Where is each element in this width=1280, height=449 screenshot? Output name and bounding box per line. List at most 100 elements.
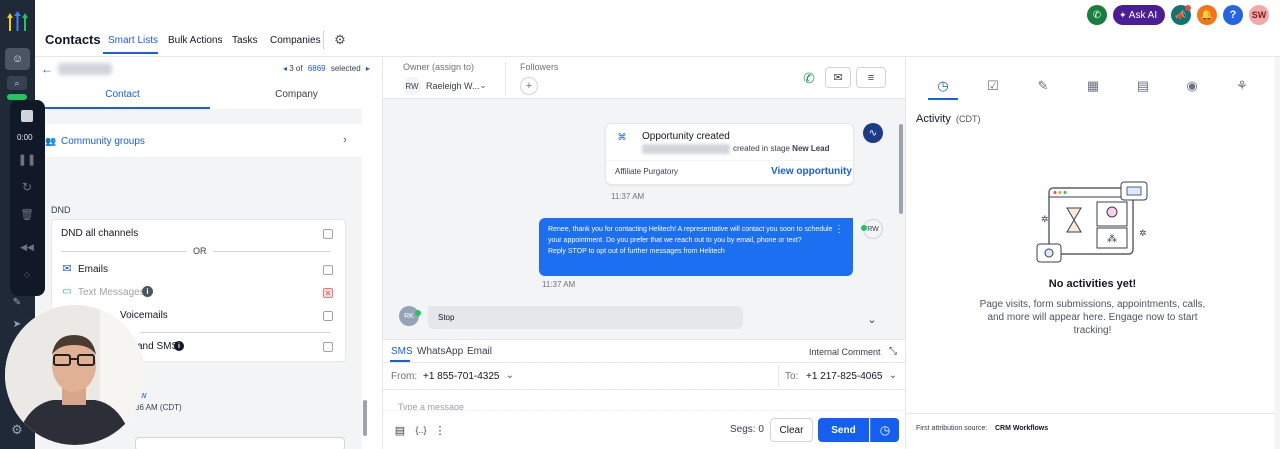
- to-number[interactable]: +1 217-825-4065: [806, 371, 882, 382]
- sparkle-icon: ✦: [1119, 10, 1127, 20]
- record-position: 3 of: [289, 64, 303, 73]
- gear-icon[interactable]: ⚙: [333, 32, 347, 47]
- view-opportunity-link[interactable]: View opportunity: [771, 166, 852, 177]
- chevron-right-icon[interactable]: ›: [340, 134, 350, 146]
- filter-icon[interactable]: ≡: [856, 67, 886, 88]
- activity-tab-underline: [928, 98, 958, 100]
- schedule-send-icon[interactable]: ◷: [870, 418, 899, 442]
- to-chevron-down-icon[interactable]: ⌄: [888, 369, 898, 381]
- email-action-icon[interactable]: ✉: [825, 67, 851, 88]
- wrench-nav-icon[interactable]: ✎: [9, 296, 25, 308]
- tab-company[interactable]: Company: [210, 89, 383, 100]
- owner-name[interactable]: Raeleigh W...: [426, 81, 480, 91]
- left-footer-button[interactable]: [135, 437, 345, 449]
- webcam-overlay: [5, 305, 145, 445]
- activity-clock-icon[interactable]: ◷: [936, 79, 950, 93]
- pause-icon[interactable]: ❚❚: [18, 152, 36, 166]
- tab-tasks[interactable]: Tasks: [232, 35, 258, 46]
- payments-icon[interactable]: ◉: [1185, 79, 1199, 93]
- community-groups-label: Community groups: [61, 136, 145, 147]
- to-label: To:: [785, 371, 799, 382]
- phone-icon[interactable]: ✆: [1087, 5, 1107, 25]
- tab-smart-lists[interactable]: Smart Lists: [108, 35, 158, 46]
- users-icon: 👥: [45, 135, 57, 146]
- search-nav-icon[interactable]: ⌕: [7, 76, 27, 90]
- send-button[interactable]: Send: [818, 418, 869, 442]
- ask-ai-label: Ask AI: [1128, 10, 1158, 21]
- owner-label: Owner (assign to): [403, 62, 475, 72]
- conversation-scrollbar[interactable]: [899, 124, 903, 214]
- next-record-icon[interactable]: ▸: [366, 64, 370, 73]
- opportunity-card-divider: [606, 160, 853, 161]
- from-number[interactable]: +1 855-701-4325: [423, 371, 499, 382]
- bell-icon[interactable]: 🔔: [1197, 5, 1217, 25]
- pipeline-name: Affiliate Purgatory: [615, 167, 678, 176]
- workflow-icon[interactable]: ⚘: [1235, 79, 1249, 93]
- add-follower-button[interactable]: +: [520, 77, 538, 95]
- recorder-stop-button[interactable]: [21, 110, 33, 122]
- dnd-all-checkbox[interactable]: [323, 229, 333, 239]
- drag-handle-icon[interactable]: ⁘: [20, 268, 34, 282]
- segments-count: Segs: 0: [730, 424, 764, 435]
- clear-button[interactable]: Clear: [770, 418, 813, 442]
- left-scrollbar[interactable]: [363, 400, 367, 436]
- owner-chevron-down-icon[interactable]: ⌄: [478, 80, 488, 90]
- calls-sms-label: and SMS: [137, 341, 179, 352]
- calls-sms-info-icon[interactable]: i: [174, 341, 184, 351]
- back-arrow-icon[interactable]: ←: [40, 62, 54, 76]
- custom-values-icon[interactable]: {..}: [414, 423, 428, 437]
- collapse-icon[interactable]: ◀◀: [20, 240, 34, 254]
- help-icon[interactable]: ?: [1223, 5, 1243, 25]
- scroll-down-icon[interactable]: ⌄: [864, 312, 880, 326]
- more-options-icon[interactable]: ⋮: [435, 423, 446, 437]
- tab-contact[interactable]: Contact: [35, 89, 210, 100]
- emails-checkbox[interactable]: [323, 265, 333, 275]
- composer-tab-sms[interactable]: SMS: [391, 346, 413, 357]
- record-selected: selected: [330, 64, 361, 73]
- footer-time: 36 AM (CDT): [135, 403, 182, 412]
- app-logo[interactable]: [5, 10, 30, 32]
- header-divider: [505, 62, 506, 96]
- calls-sms-checkbox[interactable]: [323, 342, 333, 352]
- trash-icon[interactable]: 🗑: [20, 207, 34, 221]
- user-avatar[interactable]: SW: [1249, 5, 1269, 25]
- screen-recorder: [10, 100, 45, 296]
- voicemails-label: Voicemails: [120, 310, 168, 321]
- opportunity-title: Opportunity created: [642, 131, 730, 142]
- expand-icon[interactable]: ⤡: [887, 345, 899, 357]
- notes-icon[interactable]: ✎: [1036, 79, 1050, 93]
- prev-record-icon[interactable]: ◂: [283, 64, 287, 73]
- internal-comment-tab[interactable]: Internal Comment: [809, 347, 881, 357]
- documents-icon[interactable]: ▤: [1136, 79, 1150, 93]
- composer-tab-email[interactable]: Email: [467, 346, 492, 357]
- inbound-avatar: RK: [399, 306, 419, 326]
- tasks-icon[interactable]: ☑: [986, 79, 1000, 93]
- voicemails-checkbox[interactable]: [323, 311, 333, 321]
- or-divider-left: [61, 251, 186, 252]
- restart-icon[interactable]: ↻: [20, 180, 34, 194]
- tab-companies[interactable]: Companies: [270, 35, 321, 46]
- outbound-time: 11:37 AM: [542, 280, 576, 289]
- call-icon[interactable]: ✆: [801, 70, 817, 86]
- followers-label: Followers: [520, 62, 559, 72]
- tab-bulk-actions[interactable]: Bulk Actions: [168, 35, 222, 46]
- inbound-message-bubble: [428, 306, 743, 329]
- calendar-icon[interactable]: ▦: [1086, 79, 1100, 93]
- contacts-nav-icon[interactable]: ☺: [5, 48, 30, 70]
- svg-text:✲: ✲: [1041, 214, 1049, 224]
- settings-nav-icon[interactable]: ⚙: [9, 422, 25, 438]
- from-chevron-down-icon[interactable]: ⌄: [505, 369, 515, 381]
- message-input[interactable]: Type a message: [398, 399, 888, 410]
- sms-badge: [861, 225, 867, 231]
- empty-state-description: Page visits, form submissions, appointme…: [979, 299, 1206, 336]
- template-icon[interactable]: ▤: [394, 423, 406, 437]
- composer-tab-whatsapp[interactable]: WhatsApp: [417, 346, 463, 357]
- ask-ai-button[interactable]: ✦ Ask AI: [1113, 5, 1165, 25]
- tab-active-underline: [103, 52, 158, 54]
- stage-name: New Lead: [792, 144, 830, 153]
- outbound-message-text: Renee, thank you for contacting Helitech…: [548, 226, 833, 255]
- record-total[interactable]: 6869: [308, 64, 326, 73]
- dnd-all-label: DND all channels: [61, 228, 139, 239]
- message-menu-icon[interactable]: ⋮: [834, 223, 844, 235]
- info-icon[interactable]: i: [142, 286, 153, 297]
